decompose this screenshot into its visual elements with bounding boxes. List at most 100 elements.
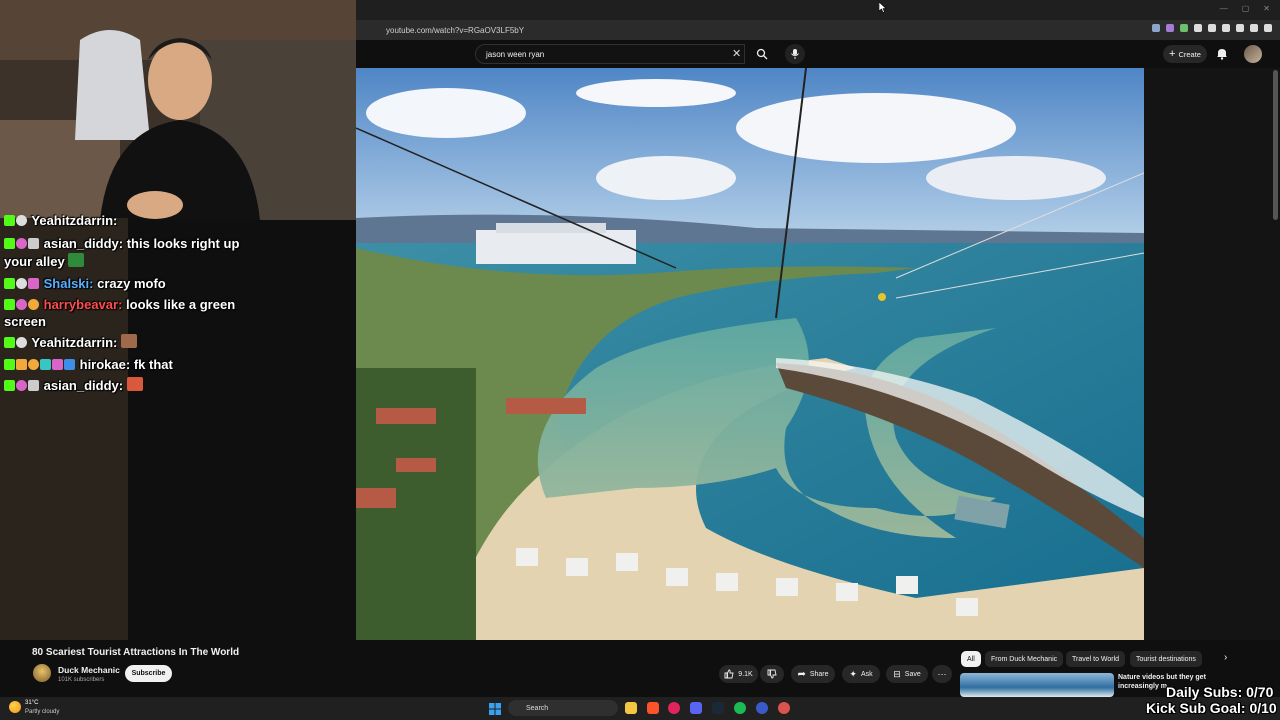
obs-icon[interactable] (778, 702, 790, 714)
badge-icon (16, 299, 27, 310)
chip-tourist-destinations[interactable]: Tourist destinations (1130, 651, 1202, 667)
search-input[interactable]: jason ween ryan (475, 44, 745, 64)
chat-message: Yeahitzdarrin: (4, 212, 117, 230)
chat-message: hirokae: fk that (4, 356, 173, 374)
search-value: jason ween ryan (486, 50, 545, 59)
menu-icon[interactable] (1264, 24, 1272, 32)
bell-icon (1217, 49, 1227, 60)
save-button[interactable]: ⊟ Save (886, 665, 928, 683)
recommended-video-thumbnail[interactable] (960, 673, 1114, 697)
badge-icon (16, 380, 27, 391)
start-button[interactable] (489, 702, 501, 715)
badge-icon (52, 359, 63, 370)
weather-description: Partly cloudy (25, 709, 60, 715)
voice-search-button[interactable] (785, 44, 805, 64)
url-text: youtube.com/watch?v=RGaOV3LF5bY (386, 25, 525, 35)
badge-icon (40, 359, 51, 370)
chat-message: harrybeavar: looks like a green (4, 296, 235, 314)
weather-icon[interactable] (9, 701, 21, 713)
badge-icon (28, 278, 39, 289)
badge-icon (16, 238, 27, 249)
kick-badge-icon (4, 278, 15, 289)
spotify-icon[interactable] (734, 702, 746, 714)
mouse-cursor-icon (878, 0, 887, 18)
save-playlist-icon: ⊟ (893, 668, 901, 679)
chip-all[interactable]: All (961, 651, 981, 667)
search-placeholder: Search (526, 704, 549, 712)
sparkle-icon: ✦ (849, 668, 857, 679)
extension-icon[interactable] (1208, 24, 1216, 32)
emote-icon (68, 253, 85, 267)
channel-name[interactable]: Duck Mechanic (58, 665, 120, 675)
share-icon: ➦ (797, 668, 806, 680)
share-button[interactable]: ➦ Share (791, 665, 835, 683)
clear-search-icon[interactable]: ✕ (732, 47, 741, 60)
chip-travel[interactable]: Travel to World (1066, 651, 1126, 667)
video-player[interactable] (356, 68, 1144, 640)
discord-icon[interactable] (690, 702, 702, 714)
app-icon[interactable] (668, 702, 680, 714)
thumbs-up-icon (724, 669, 734, 679)
chip-from-channel[interactable]: From Duck Mechanic (985, 651, 1064, 667)
badge-icon (16, 278, 27, 289)
maximize-button[interactable]: ▢ (1242, 4, 1250, 13)
sidebar-background (1144, 68, 1280, 640)
badge-icon (16, 359, 27, 370)
extension-icon[interactable] (1250, 24, 1258, 32)
plus-icon: + (1169, 48, 1176, 60)
search-icon (756, 48, 768, 60)
channel-subscriber-count: 101K subscribers (58, 677, 105, 683)
extension-icon[interactable] (1236, 24, 1244, 32)
extension-icon[interactable] (1166, 24, 1174, 32)
microphone-icon (791, 49, 799, 59)
badge-icon (28, 238, 39, 249)
thumbs-down-icon (767, 669, 777, 679)
channel-avatar[interactable] (33, 664, 51, 682)
dislike-button[interactable] (760, 665, 784, 683)
extension-icon[interactable] (1180, 24, 1188, 32)
page-scrollbar[interactable] (1273, 70, 1278, 220)
minimize-button[interactable]: — (1220, 4, 1228, 13)
create-button[interactable]: + Create (1163, 45, 1207, 63)
more-horizontal-icon: ⋯ (937, 668, 947, 679)
search-button[interactable] (750, 44, 774, 64)
address-bar[interactable]: youtube.com/watch?v=RGaOV3LF5bY (356, 20, 1280, 40)
chat-message: Yeahitzdarrin: (4, 334, 138, 352)
badge-icon (16, 337, 27, 348)
like-button[interactable]: 9.1K (719, 665, 758, 683)
kick-badge-icon (4, 238, 15, 249)
extension-icon[interactable] (1222, 24, 1230, 32)
app-icon[interactable] (756, 702, 768, 714)
badge-icon (28, 380, 39, 391)
extension-icon[interactable] (1194, 24, 1202, 32)
close-window-button[interactable]: ✕ (1263, 4, 1270, 13)
taskbar-search[interactable]: Search (508, 700, 618, 716)
streamer-webcam (0, 0, 356, 220)
chat-message: asian_diddy: this looks right up (4, 235, 239, 253)
notifications-button[interactable] (1216, 47, 1228, 65)
stream-chat: Yeahitzdarrin: asian_diddy: this looks r… (0, 213, 356, 638)
extension-icon[interactable] (1152, 24, 1160, 32)
kick-badge-icon (4, 337, 15, 348)
file-explorer-icon[interactable] (625, 702, 637, 714)
chat-message-continuation: your alley (4, 253, 85, 271)
chevron-right-icon[interactable]: › (1224, 652, 1227, 663)
windows-logo-icon (489, 703, 501, 715)
more-actions-button[interactable]: ⋯ (932, 665, 952, 683)
daily-subs-counter: Daily Subs: 0/70 (1166, 684, 1274, 700)
extension-icons (1152, 24, 1272, 32)
weather-temperature: 31°C (25, 700, 39, 706)
ask-button[interactable]: ✦ Ask (842, 665, 880, 683)
chat-message: Shalski: crazy mofo (4, 275, 166, 293)
video-frame (356, 68, 1144, 640)
emote-icon (126, 377, 143, 391)
account-avatar[interactable] (1244, 45, 1262, 63)
kick-sub-goal: Kick Sub Goal: 0/10 (1146, 700, 1277, 716)
subscribe-button[interactable]: Subscribe (125, 665, 172, 682)
badge-icon (28, 359, 39, 370)
brave-browser-icon[interactable] (647, 702, 659, 714)
kick-badge-icon (4, 299, 15, 310)
kick-badge-icon (4, 359, 15, 370)
kick-badge-icon (4, 215, 15, 226)
steam-icon[interactable] (712, 702, 724, 714)
